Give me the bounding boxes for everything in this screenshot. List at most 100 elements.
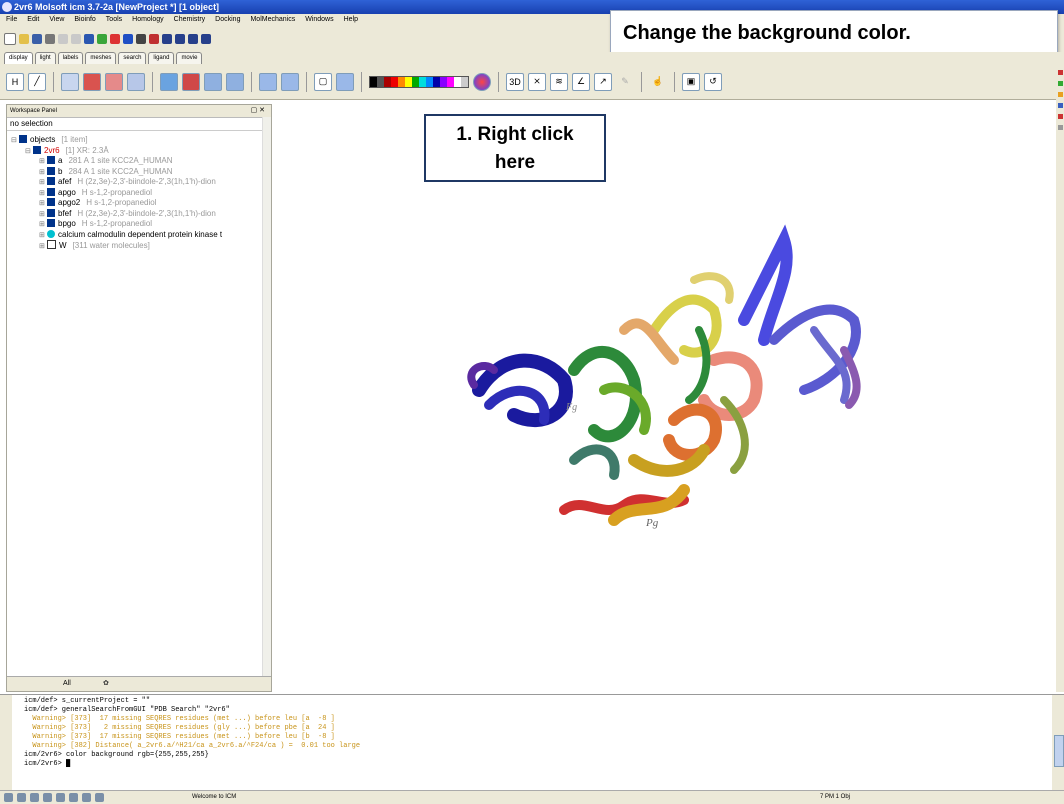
menu-molmechanics[interactable]: MolMechanics bbox=[250, 14, 295, 26]
tree-node[interactable]: ⊞ afef H (2z,3e)-2,3'-biindole-2',3(1h,1'h… bbox=[7, 177, 271, 188]
tool-icon[interactable] bbox=[1057, 103, 1063, 108]
atom-icon[interactable] bbox=[175, 34, 185, 44]
wire-button[interactable]: ╱ bbox=[28, 72, 46, 91]
menu-homology[interactable]: Homology bbox=[132, 14, 164, 26]
visibility-checkbox[interactable] bbox=[47, 219, 55, 227]
view-3d-button[interactable]: 3D bbox=[506, 72, 524, 91]
cpk-button[interactable] bbox=[105, 72, 123, 91]
status-icon[interactable] bbox=[17, 793, 26, 802]
expand-icon[interactable]: ⊟ bbox=[11, 136, 19, 146]
visibility-checkbox[interactable] bbox=[47, 198, 55, 206]
panel-close-icon[interactable]: ▢ ✕ bbox=[251, 105, 265, 117]
tool-icon[interactable] bbox=[1057, 70, 1063, 75]
close-icon[interactable] bbox=[110, 34, 120, 44]
ribbon-button[interactable] bbox=[160, 72, 178, 91]
tool-icon[interactable] bbox=[1057, 125, 1063, 130]
visibility-checkbox[interactable] bbox=[47, 240, 56, 249]
expand-icon[interactable]: ⊞ bbox=[39, 157, 47, 167]
menu-bioinfo[interactable]: Bioinfo bbox=[74, 14, 95, 26]
expand-icon[interactable]: ⊟ bbox=[25, 147, 33, 157]
tab-display[interactable]: display bbox=[4, 52, 33, 64]
status-icon[interactable] bbox=[30, 793, 39, 802]
visibility-checkbox[interactable] bbox=[33, 145, 41, 154]
hand-icon[interactable]: ☝ bbox=[649, 73, 667, 91]
tab-ligand[interactable]: ligand bbox=[148, 52, 175, 64]
color-wheel-icon[interactable] bbox=[473, 72, 491, 91]
menu-help[interactable]: Help bbox=[344, 14, 358, 26]
tab-all[interactable]: All bbox=[63, 677, 71, 691]
visibility-checkbox[interactable] bbox=[47, 208, 55, 217]
surface-button[interactable] bbox=[182, 72, 200, 91]
tab-light[interactable]: light bbox=[34, 52, 56, 64]
command-console[interactable]: icm/def> s_currentProject = "" icm/def> g… bbox=[0, 694, 1064, 791]
expand-icon[interactable]: ⊞ bbox=[39, 178, 47, 188]
skin-button[interactable] bbox=[204, 72, 222, 91]
hydrogen-toggle-button[interactable]: H bbox=[6, 72, 24, 91]
molecule-viewport[interactable]: Fg Pg bbox=[274, 100, 1056, 692]
ribbon-icon[interactable] bbox=[188, 34, 198, 44]
panel-scrollbar[interactable] bbox=[262, 117, 271, 677]
redo-icon[interactable] bbox=[71, 34, 81, 44]
tab-labels[interactable]: labels bbox=[57, 52, 84, 64]
menu-file[interactable]: File bbox=[6, 14, 17, 26]
visibility-checkbox[interactable] bbox=[47, 156, 55, 164]
expand-icon[interactable]: ⊞ bbox=[39, 210, 47, 220]
label-button[interactable] bbox=[281, 72, 299, 91]
torsion-button[interactable]: ↗ bbox=[594, 72, 612, 91]
clip-button[interactable] bbox=[336, 72, 354, 91]
expand-icon[interactable]: ⊞ bbox=[39, 231, 47, 241]
search-icon[interactable] bbox=[84, 34, 94, 44]
menu-edit[interactable]: Edit bbox=[27, 14, 39, 26]
status-icon[interactable] bbox=[82, 793, 91, 802]
print-icon[interactable] bbox=[45, 34, 55, 44]
menu-windows[interactable]: Windows bbox=[305, 14, 333, 26]
tree-node[interactable]: ⊞ b 284 A 1 site KCC2A_HUMAN bbox=[7, 166, 271, 178]
box-button[interactable]: ▢ bbox=[314, 72, 332, 91]
expand-icon[interactable]: ⊞ bbox=[39, 189, 47, 199]
status-icon[interactable] bbox=[56, 793, 65, 802]
tree-node[interactable]: ⊟ 2vr6 [1] XR: 2.3Å bbox=[7, 145, 271, 157]
console-scrollbar[interactable] bbox=[1052, 695, 1064, 791]
snapshot-button[interactable]: ▣ bbox=[682, 72, 700, 91]
measure-button[interactable]: ≋ bbox=[550, 72, 568, 91]
tab-movie[interactable]: movie bbox=[176, 52, 203, 64]
tool-icon[interactable] bbox=[1057, 114, 1063, 119]
grob-button[interactable] bbox=[226, 72, 244, 91]
crosshair-button[interactable]: ⨯ bbox=[528, 72, 546, 91]
tree-node[interactable]: ⊟ objects [1 item] bbox=[7, 135, 271, 146]
surface-icon[interactable] bbox=[201, 34, 211, 44]
visibility-checkbox[interactable] bbox=[47, 187, 55, 196]
status-icon[interactable] bbox=[43, 793, 52, 802]
stick-button[interactable] bbox=[61, 72, 79, 91]
menu-view[interactable]: View bbox=[49, 14, 64, 26]
expand-icon[interactable]: ⊞ bbox=[39, 168, 47, 178]
tree-node[interactable]: ⊞ bpgo H s-1,2-propanediol bbox=[7, 219, 271, 230]
status-icon[interactable] bbox=[69, 793, 78, 802]
bond-icon[interactable] bbox=[162, 34, 172, 44]
tab-search[interactable]: search bbox=[118, 52, 147, 64]
angle-button[interactable]: ∠ bbox=[572, 72, 590, 91]
status-icon[interactable] bbox=[95, 793, 104, 802]
undo-icon[interactable] bbox=[58, 34, 68, 44]
save-icon[interactable] bbox=[32, 34, 42, 44]
xstick-button[interactable] bbox=[127, 72, 145, 91]
visibility-checkbox[interactable] bbox=[47, 166, 55, 175]
reset-view-button[interactable]: ↺ bbox=[704, 72, 722, 91]
tab-meshes[interactable]: meshes bbox=[85, 52, 117, 64]
menu-chemistry[interactable]: Chemistry bbox=[174, 14, 206, 26]
hbond-button[interactable] bbox=[259, 72, 277, 91]
tree-node[interactable]: ⊞ a 281 A 1 site KCC2A_HUMAN bbox=[7, 156, 271, 167]
molecule-icon[interactable] bbox=[149, 34, 159, 44]
tree-node[interactable]: ⊞ calcium calmodulin dependent protein ki… bbox=[7, 229, 271, 241]
visibility-checkbox[interactable] bbox=[47, 177, 55, 185]
visibility-checkbox[interactable] bbox=[47, 229, 55, 238]
expand-icon[interactable]: ⊞ bbox=[39, 199, 47, 209]
tab-chemistry[interactable]: ✿ bbox=[103, 677, 109, 691]
open-folder-icon[interactable] bbox=[19, 34, 29, 44]
visibility-checkbox[interactable] bbox=[19, 135, 27, 143]
tree-node[interactable]: ⊞ bfef H (2z,3e)-2,3'-biindole-2',3(1h,1'h… bbox=[7, 208, 271, 220]
grid-icon[interactable] bbox=[136, 34, 146, 44]
expand-icon[interactable]: ⊞ bbox=[39, 220, 47, 230]
pin-icon[interactable]: ✎ bbox=[616, 73, 634, 91]
tree-node[interactable]: ⊞ apgo H s-1,2-propanediol bbox=[7, 187, 271, 199]
